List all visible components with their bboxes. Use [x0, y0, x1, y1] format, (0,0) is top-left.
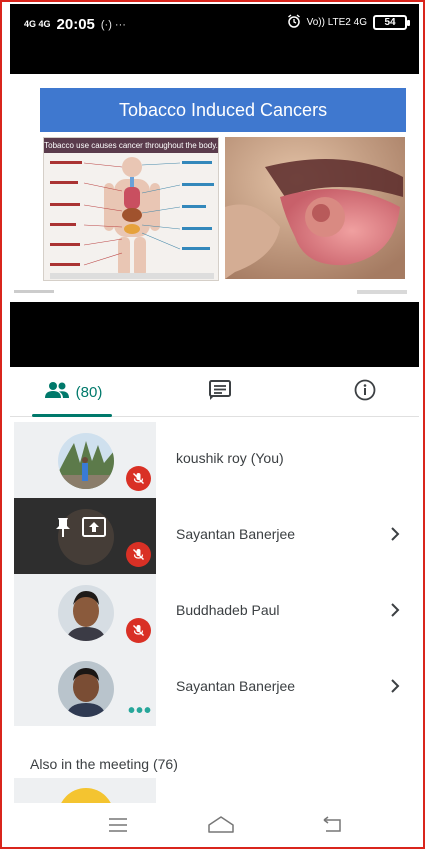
battery-icon: 54	[373, 15, 410, 30]
participant-name: Buddhadeb Paul	[176, 602, 280, 618]
status-bar: 4G 4G 20:05 (·) ··· Vo)) LTE2 4G 54	[10, 4, 419, 44]
avatar	[58, 433, 114, 489]
participant-tile	[14, 574, 156, 650]
signal-indicator: 4G 4G	[24, 19, 51, 29]
avatar	[58, 585, 114, 641]
back-icon[interactable]	[320, 815, 344, 835]
status-extra: (·) ···	[100, 18, 126, 31]
slide-watermark	[14, 290, 54, 297]
tongue-cancer-photo	[225, 137, 405, 279]
participant-name: Sayantan Banerjee	[176, 678, 296, 694]
chevron-right-icon[interactable]	[385, 600, 405, 620]
infographic-image: Tobacco use causes cancer throughout the…	[43, 137, 219, 281]
active-tab-indicator	[32, 414, 112, 417]
participant-tile	[14, 422, 156, 498]
chevron-right-icon[interactable]	[385, 524, 405, 544]
shared-slide: Tobacco Induced Cancers Tobacco use caus…	[10, 74, 419, 302]
infographic-heading: Tobacco use causes cancer throughout the…	[44, 138, 218, 153]
presenting-icon	[82, 517, 106, 542]
system-nav-bar	[10, 803, 419, 847]
screen-frame: 4G 4G 20:05 (·) ··· Vo)) LTE2 4G 54 Toba…	[0, 0, 425, 849]
participant-name: Sayantan Banerjee	[176, 526, 296, 542]
mic-off-icon	[126, 466, 151, 491]
chat-icon	[208, 379, 232, 406]
pin-icon[interactable]	[54, 516, 72, 543]
alarm-icon	[287, 14, 301, 31]
participant-row[interactable]: Buddhadeb Paul	[10, 574, 419, 650]
menu-icon[interactable]	[106, 815, 130, 835]
tab-info[interactable]	[340, 367, 390, 417]
people-count: (80)	[75, 383, 103, 401]
presentation-area[interactable]: 4G 4G 20:05 (·) ··· Vo)) LTE2 4G 54 Toba…	[10, 4, 419, 367]
slide-footer-link	[357, 290, 407, 294]
also-in-meeting-heading: Also in the meeting (76)	[30, 756, 178, 772]
tab-people[interactable]: (80)	[28, 367, 118, 417]
avatar	[58, 788, 114, 803]
info-icon	[354, 379, 376, 406]
avatar	[58, 661, 114, 717]
participant-tile: •••	[14, 650, 156, 726]
participant-list[interactable]: koushik roy (You) Sayantan Banerjee Budd…	[10, 418, 419, 803]
participant-row[interactable]: ••• Sayantan Banerjee	[10, 650, 419, 726]
participant-tile[interactable]	[14, 778, 156, 803]
participant-tile	[14, 498, 156, 574]
participant-row[interactable]: Sayantan Banerjee	[10, 498, 419, 574]
chevron-right-icon[interactable]	[385, 676, 405, 696]
participant-name: koushik roy (You)	[176, 450, 284, 466]
network-indicator: Vo)) LTE2 4G	[306, 17, 367, 28]
home-icon[interactable]	[207, 815, 234, 835]
mic-off-icon	[126, 542, 151, 567]
clock: 20:05	[56, 16, 95, 33]
people-icon	[44, 381, 70, 404]
meeting-tabs: (80)	[10, 367, 419, 417]
tab-chat[interactable]	[190, 367, 250, 417]
more-options-icon[interactable]: •••	[128, 701, 152, 721]
participant-row[interactable]: koushik roy (You)	[10, 422, 419, 498]
mic-off-icon	[126, 618, 151, 643]
slide-title: Tobacco Induced Cancers	[40, 88, 406, 132]
